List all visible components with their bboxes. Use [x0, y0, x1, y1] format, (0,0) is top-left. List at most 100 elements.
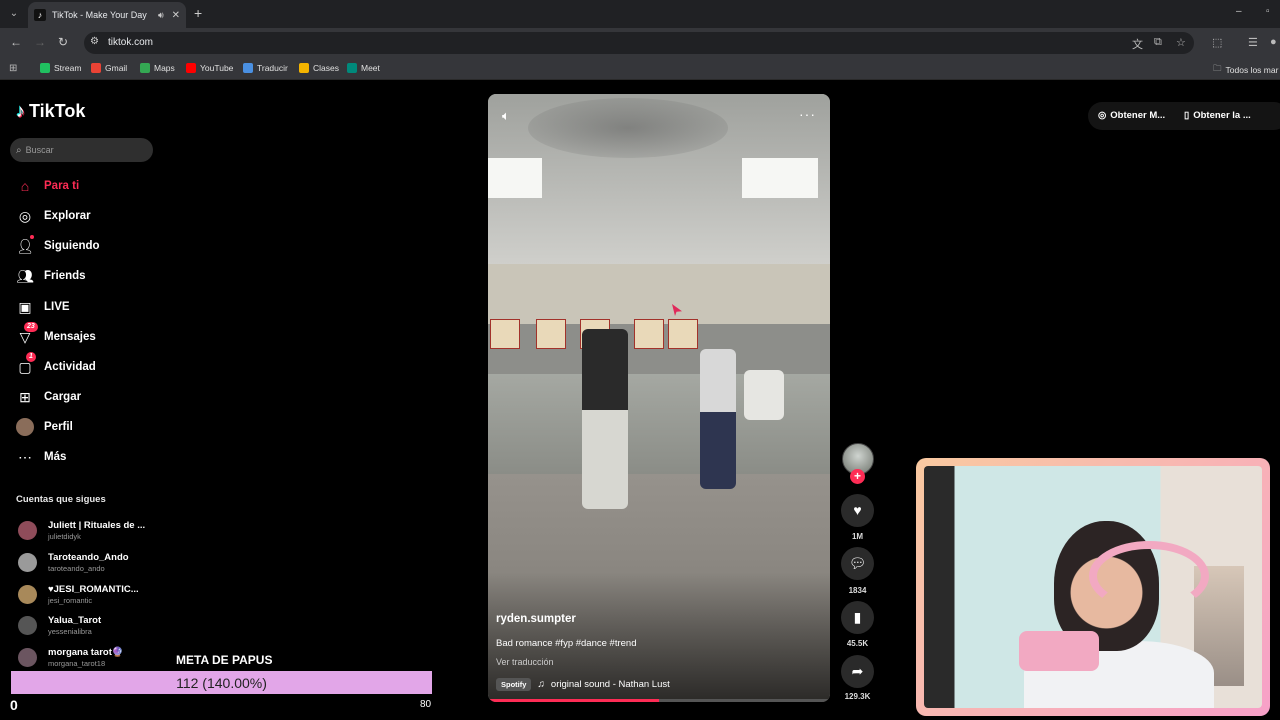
following-item[interactable]: Juliett | Rituales de ... julietdidyk: [18, 520, 145, 541]
browser-navbar: ← → ↻ ⚙ tiktok.com 文 ⧉ ☆ ⬚ ☰ ●: [0, 28, 1280, 58]
sidebar-item-perfil[interactable]: Perfil: [16, 417, 73, 437]
forward-icon[interactable]: →: [34, 35, 46, 49]
following-item[interactable]: Taroteando_Ando taroteando_ando: [18, 552, 129, 573]
apps-grid-icon[interactable]: ⊞: [9, 63, 17, 74]
sidebar-item-label: Siguiendo: [44, 240, 100, 252]
bookmark-gmail[interactable]: Gmail: [91, 63, 127, 73]
new-tab-button[interactable]: +: [194, 5, 202, 21]
speaker-icon[interactable]: 🔊︎: [158, 10, 164, 21]
spotify-badge[interactable]: Spotify: [496, 678, 532, 691]
volume-icon[interactable]: 🔈︎: [502, 108, 510, 124]
address-bar[interactable]: ⚙ tiktok.com 文 ⧉ ☆: [84, 32, 1194, 54]
bookmark-favicon-icon: [140, 63, 150, 73]
more-options-icon[interactable]: ···: [799, 106, 816, 122]
sidebar-item-label: Actividad: [44, 361, 96, 373]
video-scene-person: [700, 349, 736, 489]
avatar: [18, 553, 37, 572]
sound-name[interactable]: original sound - Nathan Lust: [551, 679, 670, 690]
tiktok-logo[interactable]: ♪ TikTok: [16, 101, 85, 122]
compass-icon: ◎: [18, 208, 32, 224]
following-item[interactable]: ♥JESI_ROMANTIC... jesi_romantic: [18, 584, 139, 605]
bookmark-traducir[interactable]: Traducir: [243, 63, 288, 73]
back-icon[interactable]: ←: [10, 35, 22, 49]
tab-search-chevron-icon[interactable]: ⌄: [6, 6, 22, 22]
follow-plus-button[interactable]: +: [850, 469, 865, 484]
reload-icon[interactable]: ↻: [58, 35, 68, 49]
video-author[interactable]: ryden.sumpter: [496, 613, 576, 625]
sidebar-item-mensajes[interactable]: ▽ 23 Mensajes: [16, 322, 96, 347]
sidebar-item-cargar[interactable]: ⊞ Cargar: [16, 387, 81, 407]
stream-goal-bar: 112 (140.00%): [11, 671, 432, 694]
bookmark-maps[interactable]: Maps: [140, 63, 175, 73]
sidebar-item-actividad[interactable]: ▢ 1 Actividad: [16, 352, 96, 377]
get-coins-button[interactable]: ◎ Obtener M...: [1098, 110, 1165, 121]
friends-icon: 👥︎: [16, 268, 34, 284]
get-app-button[interactable]: ▯ Obtener la ...: [1184, 110, 1251, 121]
bookmark-youtube[interactable]: YouTube: [186, 63, 233, 73]
install-app-icon[interactable]: ⧉: [1154, 36, 1162, 49]
following-name: Yalua_Tarot: [48, 615, 102, 626]
bookmark-favicon-icon: [299, 63, 309, 73]
bookmark-meet[interactable]: Meet: [347, 63, 380, 73]
upload-icon: ⊞: [19, 389, 31, 405]
following-item[interactable]: morgana tarot🔮 morgana_tarot18: [18, 647, 124, 668]
pill-label: Obtener M...: [1110, 110, 1166, 121]
profile-avatar-icon[interactable]: ●: [1270, 36, 1277, 48]
bookmark-star-icon[interactable]: ☆: [1176, 36, 1186, 49]
bookmarks-bar: ⊞ Stream Gmail Maps YouTube Traducir Cla…: [0, 58, 1280, 80]
following-handle: jesi_romantic: [48, 596, 93, 605]
browser-tab[interactable]: ♪ TikTok - Make Your Day 🔊︎ ✕: [28, 2, 186, 28]
sidebar-item-explorar[interactable]: ◎ Explorar: [16, 206, 91, 226]
translate-icon[interactable]: 文: [1132, 36, 1143, 52]
video-progress-bar[interactable]: [488, 699, 830, 702]
profile-icon: [16, 418, 34, 436]
music-row[interactable]: Spotify ♫ original sound - Nathan Lust: [496, 678, 670, 691]
sidebar-item-label: LIVE: [44, 301, 70, 313]
bookmark-label: Stream: [54, 63, 82, 73]
following-handle: taroteando_ando: [48, 564, 105, 573]
sidebar-item-friends[interactable]: 👥︎ Friends: [16, 266, 85, 286]
close-tab-icon[interactable]: ✕: [172, 10, 180, 21]
video-scene-menu-board: [634, 319, 664, 349]
bookmark-stream[interactable]: Stream: [40, 63, 81, 73]
bookmark-label: Meet: [361, 63, 380, 73]
following-item[interactable]: Yalua_Tarot yessenialibra: [18, 615, 101, 636]
search-input[interactable]: [25, 145, 136, 155]
avatar: [18, 616, 37, 635]
sidebar-item-siguiendo[interactable]: 👤︎ Siguiendo: [16, 235, 100, 256]
following-handle: julietdidyk: [48, 532, 81, 541]
stream-goal-min: 0: [10, 697, 18, 713]
bookmark-label: Clases: [313, 63, 339, 73]
bookmark-clases[interactable]: Clases: [299, 63, 339, 73]
all-bookmarks[interactable]: 🗀 Todos los mar: [1213, 63, 1278, 77]
video-player[interactable]: 🔈︎ ··· ryden.sumpter Bad romance #fyp #d…: [488, 94, 830, 702]
video-scene-menu-board: [490, 319, 520, 349]
bookmark-favicon-icon: [186, 63, 196, 73]
save-button[interactable]: ▮: [841, 601, 874, 634]
video-scene-fan: [528, 98, 728, 158]
sidebar-item-para-ti[interactable]: ⌂ Para ti: [16, 176, 79, 196]
reading-list-icon[interactable]: ☰: [1248, 36, 1258, 49]
pill-label: Obtener la ...: [1193, 110, 1251, 121]
extensions-icon[interactable]: ⬚: [1212, 36, 1222, 49]
restore-icon[interactable]: ▫: [1266, 6, 1270, 17]
share-button[interactable]: ➦: [841, 655, 874, 688]
comment-button[interactable]: 💬︎: [841, 547, 874, 580]
webcam-feed: [924, 466, 1262, 708]
avatar: [16, 418, 34, 436]
webcam-overlay: [916, 458, 1270, 716]
like-button[interactable]: ♥: [841, 494, 874, 527]
search-bar[interactable]: ⌕: [10, 138, 153, 162]
sidebar-item-live[interactable]: ▣ LIVE: [16, 297, 70, 317]
following-name: Juliett | Rituales de ...: [48, 520, 146, 531]
following-handle: morgana_tarot18: [48, 659, 106, 668]
sidebar-item-mas[interactable]: ⋯ Más: [16, 447, 66, 467]
site-info-icon[interactable]: ⚙: [90, 36, 99, 47]
video-progress-fill: [488, 699, 659, 702]
translate-link[interactable]: Ver traducción: [496, 657, 554, 667]
activity-badge: 1: [26, 352, 36, 362]
minimize-icon[interactable]: –: [1236, 6, 1242, 17]
share-count: 129.3K: [844, 692, 871, 701]
avatar: [18, 521, 37, 540]
comment-count: 1834: [848, 586, 867, 595]
